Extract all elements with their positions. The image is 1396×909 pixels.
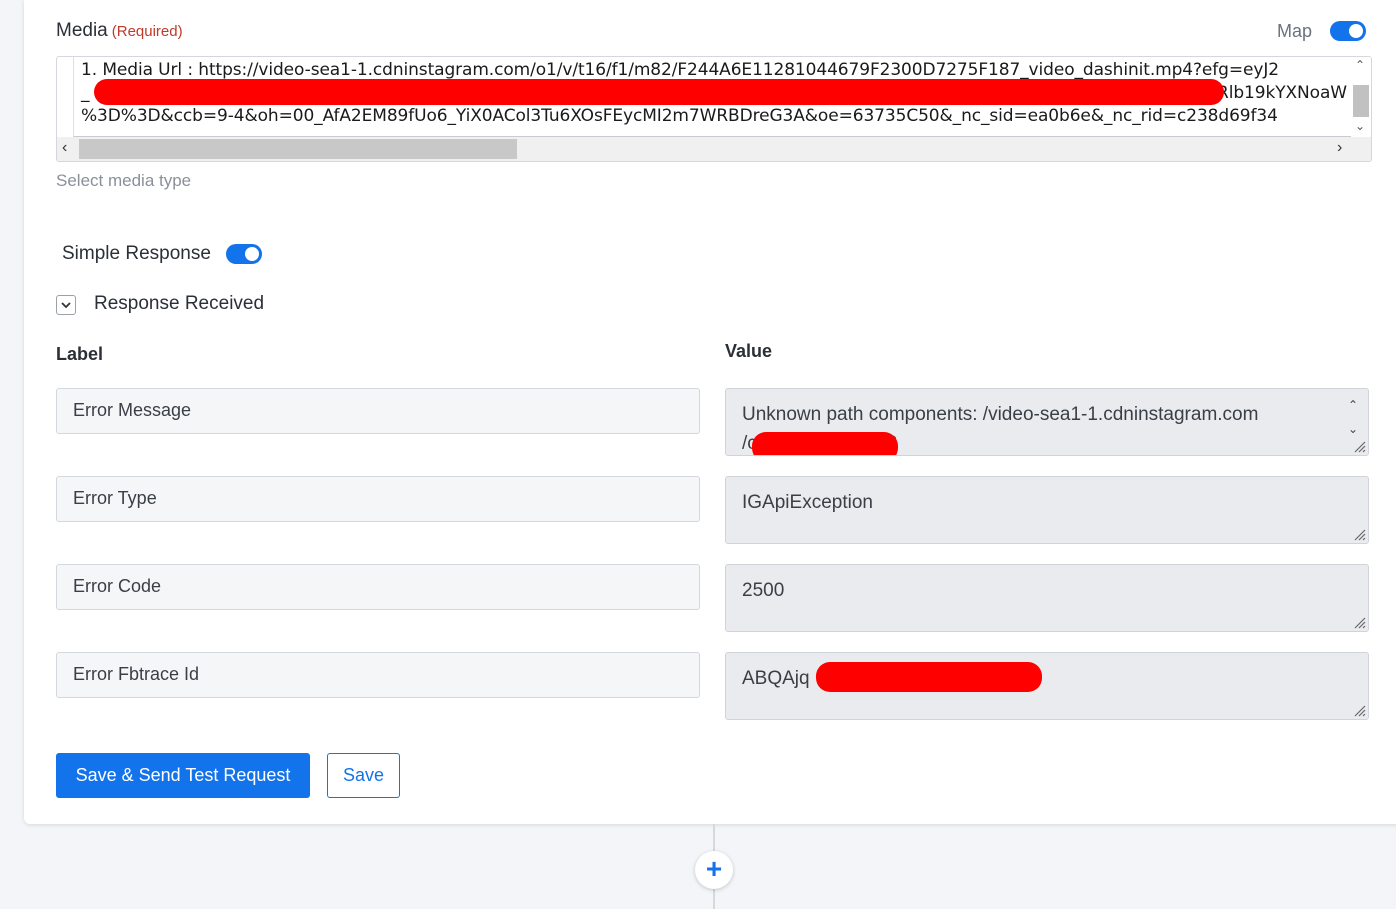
- value-field-error-code[interactable]: 2500: [725, 564, 1369, 632]
- label-field-error-code[interactable]: Error Code: [56, 564, 700, 610]
- value-line: ABQAjq: [742, 662, 1352, 693]
- resize-handle-icon[interactable]: [1352, 615, 1366, 629]
- scroll-left-icon[interactable]: ‹: [62, 139, 67, 157]
- media-label-text: Media: [56, 20, 108, 41]
- add-step-button[interactable]: +: [695, 851, 733, 889]
- value-text: IGApiException: [742, 492, 873, 513]
- label-column-header: Label: [56, 344, 104, 364]
- redaction-mark: [94, 79, 1224, 105]
- resize-handle-icon[interactable]: [1352, 703, 1366, 717]
- media-field-label: Media (Required): [56, 20, 183, 42]
- scrollbar-thumb[interactable]: [79, 139, 517, 159]
- value-field-error-message[interactable]: Unknown path components: /video-sea1-1.c…: [725, 388, 1369, 456]
- value-text: 2500: [742, 580, 785, 601]
- simple-response-toggle[interactable]: [226, 244, 262, 264]
- simple-response-label: Simple Response: [62, 243, 211, 264]
- connector-line: [713, 889, 715, 909]
- value-line-1: Unknown path components: /video-sea1-1.c…: [742, 404, 1259, 425]
- redaction-mark: [752, 432, 898, 455]
- vertical-scrollbar[interactable]: ⌃ ⌄: [1348, 391, 1364, 441]
- url-line-1: 1. Media Url : https://video-sea1-1.cdni…: [81, 60, 1279, 80]
- response-received-label: Response Received: [94, 293, 265, 314]
- toggle-knob: [1349, 24, 1363, 38]
- media-url-content: 1. Media Url : https://video-sea1-1.cdni…: [73, 57, 1353, 137]
- scroll-down-icon[interactable]: ⌄: [1355, 119, 1365, 133]
- chevron-down-icon: [61, 302, 71, 309]
- label-field-error-type[interactable]: Error Type: [56, 476, 700, 522]
- save-button[interactable]: Save: [327, 753, 400, 798]
- required-indicator: (Required): [111, 23, 183, 40]
- value-line-2: /c2: [742, 429, 1352, 455]
- select-media-type-hint: Select media type: [56, 171, 192, 190]
- url-line-2: _: [81, 83, 90, 103]
- value-field-error-type[interactable]: IGApiException: [725, 476, 1369, 544]
- map-toggle-label: Map: [1277, 21, 1313, 41]
- label-field-error-fbtrace-id[interactable]: Error Fbtrace Id: [56, 652, 700, 698]
- scroll-right-icon[interactable]: ›: [1337, 139, 1342, 157]
- scrollbar-thumb[interactable]: [1353, 85, 1369, 117]
- url-line-2-tail: Rlb19kYXNoaW: [1217, 83, 1347, 103]
- redaction-mark: [816, 662, 1042, 692]
- resize-handle-icon[interactable]: [1352, 527, 1366, 541]
- connector-line: [713, 824, 715, 851]
- value-field-error-fbtrace-id[interactable]: ABQAjq: [725, 652, 1369, 720]
- vertical-scrollbar[interactable]: ⌃ ⌄: [1351, 57, 1371, 139]
- toggle-knob: [245, 247, 259, 261]
- scroll-up-icon[interactable]: ⌃: [1355, 58, 1365, 72]
- response-received-collapse-toggle[interactable]: [56, 295, 76, 315]
- horizontal-scrollbar[interactable]: ‹ ›: [57, 137, 1371, 161]
- label-field-error-message[interactable]: Error Message: [56, 388, 700, 434]
- resize-handle-icon[interactable]: [1352, 439, 1366, 453]
- value-column-header: Value: [725, 341, 773, 361]
- url-line-3: %3D%3D&ccb=9-4&oh=00_AfA2EM89fUo6_YiX0AC…: [81, 106, 1278, 126]
- media-url-textarea[interactable]: 1. Media Url : https://video-sea1-1.cdni…: [56, 56, 1372, 162]
- value-text: ABQAjq: [742, 668, 810, 689]
- save-and-send-test-request-button[interactable]: Save & Send Test Request: [56, 753, 310, 798]
- map-toggle[interactable]: [1330, 21, 1366, 41]
